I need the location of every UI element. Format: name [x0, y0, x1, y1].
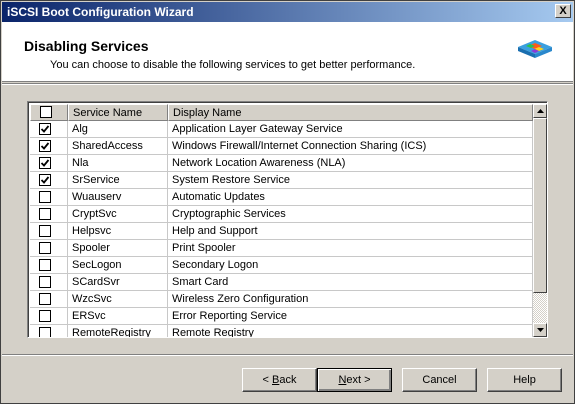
row-checkbox[interactable] [39, 140, 51, 152]
table-row[interactable]: Wuauserv Automatic Updates [30, 189, 533, 206]
back-button[interactable]: < Back [242, 368, 317, 392]
service-name: SharedAccess [68, 138, 168, 155]
title-bar[interactable]: iSCSI Boot Configuration Wizard X [2, 2, 573, 22]
display-name: Cryptographic Services [168, 206, 533, 223]
cancel-button[interactable]: Cancel [402, 368, 477, 392]
help-button[interactable]: Help [487, 368, 562, 392]
page-subtitle: You can choose to disable the following … [50, 59, 416, 71]
service-name: RemoteRegistry [68, 325, 168, 337]
table-row[interactable]: Spooler Print Spooler [30, 240, 533, 257]
row-checkbox[interactable] [39, 208, 51, 220]
list-body: Alg Application Layer Gateway Service Sh… [30, 121, 533, 337]
display-name: Remote Registry [168, 325, 533, 337]
cube-icon [518, 40, 552, 58]
service-name: CryptSvc [68, 206, 168, 223]
service-name: WzcSvc [68, 291, 168, 308]
row-checkbox[interactable] [39, 276, 51, 288]
table-row[interactable]: SrService System Restore Service [30, 172, 533, 189]
row-checkbox[interactable] [39, 259, 51, 271]
row-checkbox[interactable] [39, 225, 51, 237]
header-divider [2, 83, 573, 85]
arrow-down-icon [537, 328, 544, 332]
display-name: System Restore Service [168, 172, 533, 189]
row-checkbox[interactable] [39, 242, 51, 254]
display-name: Application Layer Gateway Service [168, 121, 533, 138]
display-name: Help and Support [168, 223, 533, 240]
service-name: Nla [68, 155, 168, 172]
wizard-window: iSCSI Boot Configuration Wizard X Disabl… [0, 0, 575, 404]
row-checkbox[interactable] [39, 310, 51, 322]
row-checkbox[interactable] [39, 123, 51, 135]
page-title: Disabling Services [24, 38, 149, 54]
checkmark-icon [40, 142, 50, 150]
select-all-header[interactable] [30, 104, 68, 121]
checkmark-icon [40, 176, 50, 184]
table-row[interactable]: SCardSvr Smart Card [30, 274, 533, 291]
close-icon: X [559, 5, 567, 17]
row-checkbox[interactable] [39, 191, 51, 203]
service-name: SCardSvr [68, 274, 168, 291]
vertical-scrollbar[interactable] [533, 104, 547, 337]
next-button[interactable]: Next > [317, 368, 392, 392]
services-list[interactable]: Service Name Display Name Alg Applicatio… [27, 101, 548, 338]
scrollbar-thumb[interactable] [533, 118, 547, 293]
scroll-down-button[interactable] [533, 323, 547, 337]
table-row[interactable]: Alg Application Layer Gateway Service [30, 121, 533, 138]
table-row[interactable]: CryptSvc Cryptographic Services [30, 206, 533, 223]
arrow-up-icon [537, 109, 544, 113]
checkmark-icon [40, 159, 50, 167]
table-row[interactable]: ERSvc Error Reporting Service [30, 308, 533, 325]
table-row[interactable]: SharedAccess Windows Firewall/Internet C… [30, 138, 533, 155]
service-name: Wuauserv [68, 189, 168, 206]
display-name: Secondary Logon [168, 257, 533, 274]
select-all-checkbox[interactable] [40, 106, 52, 118]
row-checkbox[interactable] [39, 157, 51, 169]
display-name: Print Spooler [168, 240, 533, 257]
table-row[interactable]: Nla Network Location Awareness (NLA) [30, 155, 533, 172]
display-name: Wireless Zero Configuration [168, 291, 533, 308]
footer-divider [2, 354, 573, 356]
display-name: Smart Card [168, 274, 533, 291]
service-name: Helpsvc [68, 223, 168, 240]
table-row[interactable]: SecLogon Secondary Logon [30, 257, 533, 274]
display-name: Windows Firewall/Internet Connection Sha… [168, 138, 533, 155]
row-checkbox[interactable] [39, 174, 51, 186]
checkmark-icon [40, 125, 50, 133]
service-name: Alg [68, 121, 168, 138]
row-checkbox[interactable] [39, 327, 51, 337]
table-row[interactable]: RemoteRegistry Remote Registry [30, 325, 533, 337]
display-name: Error Reporting Service [168, 308, 533, 325]
close-button[interactable]: X [555, 4, 571, 18]
table-row[interactable]: WzcSvc Wireless Zero Configuration [30, 291, 533, 308]
column-display-name[interactable]: Display Name [168, 104, 533, 121]
column-service-name[interactable]: Service Name [68, 104, 168, 121]
list-header: Service Name Display Name [30, 104, 533, 121]
service-name: SecLogon [68, 257, 168, 274]
wizard-header: Disabling Services You can choose to dis… [2, 22, 573, 82]
table-row[interactable]: Helpsvc Help and Support [30, 223, 533, 240]
window-title: iSCSI Boot Configuration Wizard [7, 5, 194, 19]
scroll-up-button[interactable] [533, 104, 547, 118]
service-name: ERSvc [68, 308, 168, 325]
service-name: Spooler [68, 240, 168, 257]
row-checkbox[interactable] [39, 293, 51, 305]
display-name: Network Location Awareness (NLA) [168, 155, 533, 172]
display-name: Automatic Updates [168, 189, 533, 206]
service-name: SrService [68, 172, 168, 189]
